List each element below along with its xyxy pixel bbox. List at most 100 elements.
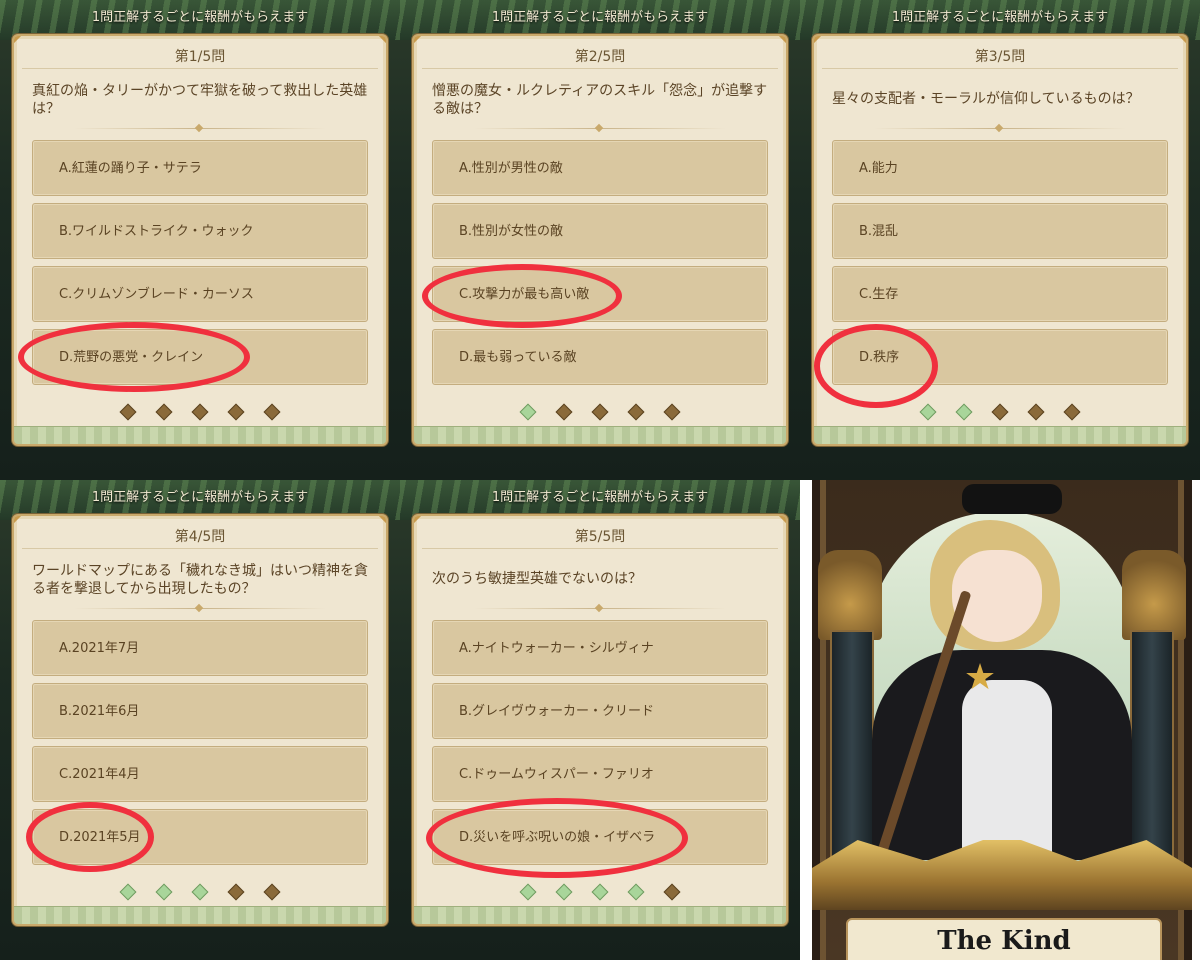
answer-option-c[interactable]: C.2021年4月 — [32, 746, 368, 802]
progress-diamond-icon — [627, 403, 645, 421]
quiz-panel-3: 1問正解するごとに報酬がもらえます 第3/5問 星々の支配者・モーラルが信仰して… — [800, 0, 1200, 480]
answer-highlight-circle — [422, 264, 622, 328]
answer-highlight-circle — [426, 798, 688, 878]
progress-diamond-icon — [991, 403, 1009, 421]
hero-apron — [962, 680, 1052, 860]
progress-diamond-icon — [119, 403, 137, 421]
progress-diamond-icon — [155, 883, 173, 901]
question-number: 第5/5問 — [574, 529, 626, 545]
star-icon: ★ — [963, 657, 997, 698]
gem-icon — [994, 123, 1004, 133]
question-number: 第4/5問 — [174, 529, 226, 545]
progress-diamond-icon — [955, 403, 973, 421]
answer-option-a[interactable]: A.能力 — [832, 140, 1168, 196]
progress-diamond-icon — [627, 883, 645, 901]
corner-ornament-icon — [14, 36, 22, 44]
quiz-panel-2: 1問正解するごとに報酬がもらえます 第2/5問 憎悪の魔女・ルクレティアのスキル… — [400, 0, 800, 480]
progress-dots — [414, 883, 786, 901]
question-text: ワールドマップにある「穢れなき城」はいつ精神を貪る者を撃退してから出現したもの？ — [32, 563, 368, 597]
progress-diamond-icon — [263, 403, 281, 421]
answer-highlight-circle — [26, 802, 154, 872]
hero-card: ★ The Kind — [812, 480, 1192, 960]
answer-option-a[interactable]: A.ナイトウォーカー・シルヴィナ — [432, 620, 768, 676]
card-footer-pattern — [414, 426, 786, 444]
progress-diamond-icon — [1063, 403, 1081, 421]
answer-option-a[interactable]: A.紅蓮の踊り子・サテラ — [32, 140, 368, 196]
progress-diamond-icon — [227, 403, 245, 421]
answer-highlight-circle — [814, 324, 938, 408]
progress-diamond-icon — [519, 883, 537, 901]
divider — [422, 68, 778, 69]
gem-icon — [594, 123, 604, 133]
answer-option-b[interactable]: B.ワイルドストライク・ウォック — [32, 203, 368, 259]
corner-ornament-icon — [814, 36, 822, 44]
answer-highlight-circle — [18, 322, 250, 392]
reward-banner: 1問正解するごとに報酬がもらえます — [891, 10, 1109, 25]
corner-ornament-icon — [414, 516, 422, 524]
question-card: 第2/5問 憎悪の魔女・ルクレティアのスキル「怨念」が追撃する敵は？ A.性別が… — [412, 34, 788, 446]
question-text: 星々の支配者・モーラルが信仰しているものは？ — [832, 91, 1140, 107]
answer-option-c[interactable]: C.生存 — [832, 266, 1168, 322]
answer-option-a[interactable]: A.2021年7月 — [32, 620, 368, 676]
corner-ornament-icon — [778, 36, 786, 44]
answer-option-b[interactable]: B.グレイヴウォーカー・クリード — [432, 683, 768, 739]
question-number: 第2/5問 — [574, 49, 626, 65]
progress-diamond-icon — [519, 403, 537, 421]
quiz-panel-5: 1問正解するごとに報酬がもらえます 第5/5問 次のうち敏捷型英雄でないのは？ … — [400, 480, 800, 960]
progress-dots — [414, 403, 786, 421]
answer-option-c[interactable]: C.クリムゾンブレード・カーソス — [32, 266, 368, 322]
progress-diamond-icon — [119, 883, 137, 901]
corner-ornament-icon — [414, 36, 422, 44]
answer-option-c[interactable]: C.ドゥームウィスパー・ファリオ — [432, 746, 768, 802]
quiz-screenshot-collage: 1問正解するごとに報酬がもらえます 第1/5問 真紅の焔・タリーがかつて牢獄を破… — [0, 0, 1200, 960]
progress-diamond-icon — [191, 403, 209, 421]
progress-dots — [14, 403, 386, 421]
corner-ornament-icon — [378, 36, 386, 44]
progress-diamond-icon — [227, 883, 245, 901]
progress-diamond-icon — [591, 883, 609, 901]
reward-banner: 1問正解するごとに報酬がもらえます — [491, 490, 709, 505]
question-number: 第3/5問 — [974, 49, 1026, 65]
divider — [22, 68, 378, 69]
hero-nameplate: The Kind — [846, 918, 1162, 960]
hair-bow — [962, 484, 1062, 514]
progress-diamond-icon — [555, 883, 573, 901]
reward-banner: 1問正解するごとに報酬がもらえます — [491, 10, 709, 25]
card-footer-pattern — [14, 906, 386, 924]
gem-icon — [194, 603, 204, 613]
progress-diamond-icon — [1027, 403, 1045, 421]
card-footer-pattern — [814, 426, 1186, 444]
question-text: 憎悪の魔女・ルクレティアのスキル「怨念」が追撃する敵は？ — [432, 83, 768, 117]
progress-diamond-icon — [591, 403, 609, 421]
gem-icon — [594, 603, 604, 613]
answer-option-b[interactable]: B.性別が女性の敵 — [432, 203, 768, 259]
gem-icon — [194, 123, 204, 133]
quiz-panel-4: 1問正解するごとに報酬がもらえます 第4/5問 ワールドマップにある「穢れなき城… — [0, 480, 400, 960]
answer-option-d[interactable]: D.最も弱っている敵 — [432, 329, 768, 385]
divider — [422, 548, 778, 549]
corner-ornament-icon — [778, 516, 786, 524]
progress-diamond-icon — [663, 403, 681, 421]
question-text: 真紅の焔・タリーがかつて牢獄を破って救出した英雄は？ — [32, 83, 368, 117]
corner-ornament-icon — [1178, 36, 1186, 44]
column-capital-ornament — [818, 550, 882, 640]
card-footer-pattern — [414, 906, 786, 924]
divider — [22, 548, 378, 549]
progress-diamond-icon — [919, 403, 937, 421]
progress-diamond-icon — [555, 403, 573, 421]
progress-diamond-icon — [191, 883, 209, 901]
column-capital-ornament — [1122, 550, 1186, 640]
reward-banner: 1問正解するごとに報酬がもらえます — [91, 490, 309, 505]
answer-option-b[interactable]: B.2021年6月 — [32, 683, 368, 739]
answer-option-b[interactable]: B.混乱 — [832, 203, 1168, 259]
divider — [822, 68, 1178, 69]
answer-option-a[interactable]: A.性別が男性の敵 — [432, 140, 768, 196]
progress-diamond-icon — [663, 883, 681, 901]
progress-diamond-icon — [263, 883, 281, 901]
question-text: 次のうち敏捷型英雄でないのは？ — [432, 571, 642, 587]
reward-banner: 1問正解するごとに報酬がもらえます — [91, 10, 309, 25]
gold-crest-ornament — [812, 840, 1192, 910]
quiz-panel-1: 1問正解するごとに報酬がもらえます 第1/5問 真紅の焔・タリーがかつて牢獄を破… — [0, 0, 400, 480]
corner-ornament-icon — [378, 516, 386, 524]
corner-ornament-icon — [14, 516, 22, 524]
